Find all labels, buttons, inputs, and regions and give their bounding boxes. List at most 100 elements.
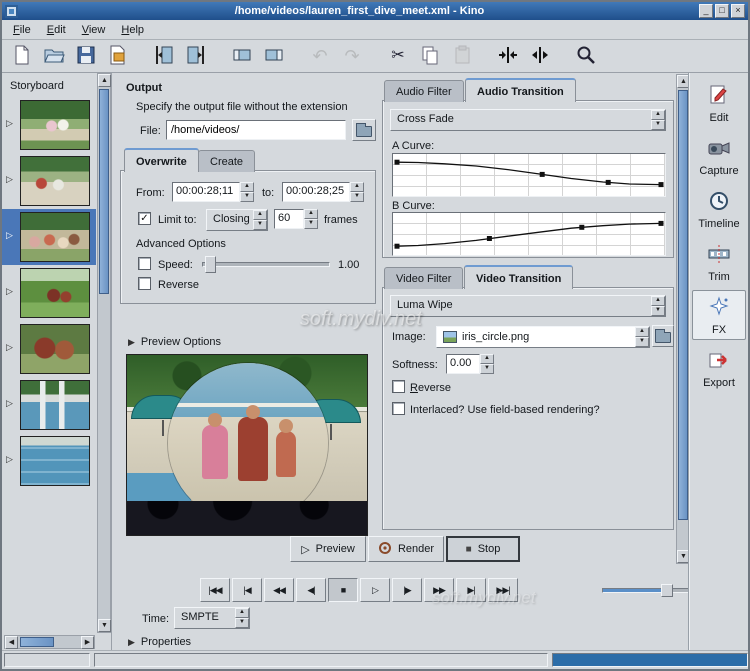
transport-button[interactable]: |◀◀	[200, 578, 230, 602]
stop-button[interactable]: ■ Stop	[446, 536, 520, 562]
file-browse-button[interactable]	[352, 119, 376, 141]
softness-spinner[interactable]: 0.00 ▲▼	[446, 354, 494, 374]
video-transition-combo[interactable]: Luma Wipe ▲▼	[390, 295, 666, 317]
scroll-down-icon[interactable]: ▼	[98, 619, 111, 632]
from-timecode-value[interactable]: 00:00:28;11	[172, 182, 240, 202]
interlaced-checkbox[interactable]	[392, 402, 405, 415]
transport-button[interactable]: ■	[328, 578, 358, 602]
combo-steppers[interactable]: ▲▼	[635, 327, 649, 347]
tab-overwrite[interactable]: Overwrite	[124, 148, 199, 172]
menu-file[interactable]: File	[6, 22, 38, 38]
limit-checkbox[interactable]	[138, 212, 151, 225]
volume-slider[interactable]	[602, 588, 690, 593]
from-timecode-spinner[interactable]: 00:00:28;11 ▲▼	[172, 182, 254, 202]
combo-up-icon[interactable]: ▲	[651, 296, 665, 306]
storyboard-clip[interactable]: ▷	[2, 209, 96, 265]
transport-button[interactable]: ◀|	[296, 578, 326, 602]
combo-steppers[interactable]: ▲▼	[235, 608, 249, 628]
limit-mode-combo[interactable]: Closing ▲▼	[206, 209, 268, 231]
storyboard-clip[interactable]: ▷	[2, 265, 96, 321]
panel-vscroll-thumb[interactable]	[678, 90, 688, 520]
close-button[interactable]: ×	[731, 4, 745, 18]
insert-clip-before-button[interactable]	[150, 42, 178, 70]
transport-button[interactable]: ▷	[360, 578, 390, 602]
speed-checkbox[interactable]	[138, 257, 151, 270]
spin-steppers[interactable]: ▲▼	[240, 182, 254, 202]
transport-button[interactable]: |◀	[232, 578, 262, 602]
to-timecode-value[interactable]: 00:00:28;25	[282, 182, 350, 202]
redo-button[interactable]: ↷	[338, 42, 366, 70]
storyboard-clip[interactable]: ▷	[2, 97, 96, 153]
transport-button[interactable]: ▶▶	[424, 578, 454, 602]
softness-value[interactable]: 0.00	[446, 354, 480, 374]
clip-thumbnail[interactable]	[20, 436, 90, 486]
tab-video-transition[interactable]: Video Transition	[464, 265, 573, 289]
mode-button-timeline[interactable]: Timeline	[692, 184, 746, 234]
b-curve-graph[interactable]	[392, 212, 666, 256]
spin-up-icon[interactable]: ▲	[304, 209, 318, 219]
preview-options-expander[interactable]: ▶ Preview Options	[128, 336, 221, 348]
preview-button[interactable]: ▷ Preview	[290, 536, 366, 562]
combo-down-icon[interactable]: ▼	[235, 618, 249, 628]
spin-down-icon[interactable]: ▼	[480, 364, 494, 374]
reverse-checkbox[interactable]	[138, 277, 151, 290]
mode-button-trim[interactable]: Trim	[692, 237, 746, 287]
spin-steppers[interactable]: ▲▼	[304, 209, 318, 229]
paste-button[interactable]	[448, 42, 476, 70]
spin-down-icon[interactable]: ▼	[304, 219, 318, 229]
spin-up-icon[interactable]: ▲	[350, 182, 364, 192]
join-scenes-button[interactable]	[494, 42, 522, 70]
scroll-up-icon[interactable]: ▲	[98, 74, 111, 87]
combo-down-icon[interactable]: ▼	[253, 220, 267, 230]
frames-value[interactable]: 60	[274, 209, 304, 229]
storyboard-clip[interactable]: ▷	[2, 377, 96, 433]
tab-create[interactable]: Create	[198, 150, 255, 172]
trim-end-button[interactable]	[260, 42, 288, 70]
speed-slider[interactable]	[202, 262, 330, 267]
transport-button[interactable]: ▶▶|	[488, 578, 518, 602]
tab-video-filter[interactable]: Video Filter	[384, 267, 463, 289]
publish-movie-button[interactable]	[104, 42, 132, 70]
trim-begin-button[interactable]	[228, 42, 256, 70]
scroll-right-icon[interactable]: ▶	[81, 636, 94, 649]
spin-steppers[interactable]: ▲▼	[480, 354, 494, 374]
tab-audio-transition[interactable]: Audio Transition	[465, 78, 576, 102]
time-format-combo[interactable]: SMPTE ▲▼	[174, 607, 250, 629]
combo-up-icon[interactable]: ▲	[651, 110, 665, 120]
mode-button-edit[interactable]: Edit	[692, 78, 746, 128]
file-input[interactable]	[166, 120, 346, 140]
save-file-button[interactable]	[72, 42, 100, 70]
open-file-button[interactable]	[40, 42, 68, 70]
combo-steppers[interactable]: ▲▼	[651, 296, 665, 316]
volume-slider-handle[interactable]	[661, 584, 673, 597]
transport-button[interactable]: ▶|	[456, 578, 486, 602]
wipe-image-combo[interactable]: iris_circle.png ▲▼	[436, 326, 650, 348]
storyboard-clip[interactable]: ▷	[2, 321, 96, 377]
copy-button[interactable]	[416, 42, 444, 70]
storyboard-clip[interactable]: ▷	[2, 433, 96, 489]
audio-transition-combo[interactable]: Cross Fade ▲▼	[390, 109, 666, 131]
storyboard-vscroll-thumb[interactable]	[99, 89, 109, 294]
clip-thumbnail[interactable]	[20, 324, 90, 374]
zoom-button[interactable]	[572, 42, 600, 70]
clip-thumbnail[interactable]	[20, 156, 90, 206]
speed-slider-handle[interactable]	[205, 256, 216, 273]
menu-help[interactable]: Help	[114, 22, 151, 38]
frames-spinner[interactable]: 60 ▲▼	[274, 209, 318, 229]
clip-thumbnail[interactable]	[20, 212, 90, 262]
storyboard-hscroll-thumb[interactable]	[20, 637, 54, 647]
transport-button[interactable]: |▶	[392, 578, 422, 602]
mode-button-fx[interactable]: FX	[692, 290, 746, 340]
combo-steppers[interactable]: ▲▼	[253, 210, 267, 230]
menu-edit[interactable]: Edit	[40, 22, 73, 38]
combo-up-icon[interactable]: ▲	[235, 608, 249, 618]
clip-thumbnail[interactable]	[20, 380, 90, 430]
transport-button[interactable]: ◀◀	[264, 578, 294, 602]
spin-down-icon[interactable]: ▼	[350, 192, 364, 202]
split-scene-button[interactable]	[526, 42, 554, 70]
combo-up-icon[interactable]: ▲	[253, 210, 267, 220]
spin-down-icon[interactable]: ▼	[240, 192, 254, 202]
properties-expander[interactable]: ▶ Properties	[128, 636, 191, 648]
clip-thumbnail[interactable]	[20, 100, 90, 150]
combo-steppers[interactable]: ▲▼	[651, 110, 665, 130]
